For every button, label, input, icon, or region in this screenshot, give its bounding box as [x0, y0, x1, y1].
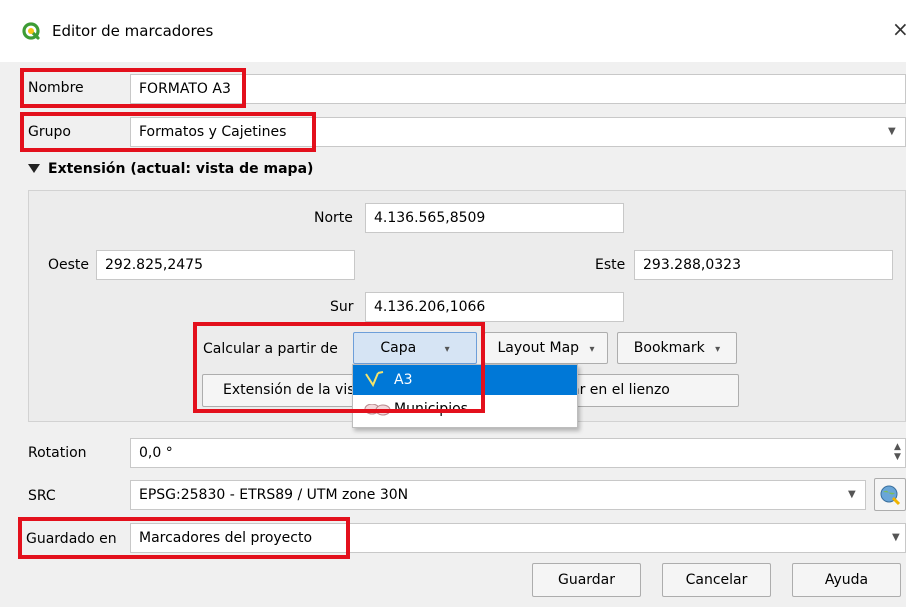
chevron-down-icon: ▾ — [444, 344, 450, 355]
capa-dropdown-button[interactable]: Capa ▾ — [353, 332, 477, 364]
rotation-label: Rotation — [28, 445, 87, 461]
nombre-label: Nombre — [28, 80, 84, 96]
guardado-combobox[interactable]: Marcadores del proyecto — [130, 523, 906, 553]
grupo-label: Grupo — [28, 124, 71, 140]
vector-line-layer-icon — [364, 370, 386, 388]
capa-label: Capa — [380, 340, 417, 356]
spin-arrows-icon[interactable]: ▲ ▼ — [894, 442, 901, 462]
popup-item-municipios-label[interactable]: Municipios — [394, 402, 468, 416]
guardado-label: Guardado en — [26, 531, 117, 547]
popup-item-a3[interactable] — [353, 365, 577, 395]
oeste-input[interactable]: 292.825,2475 — [96, 250, 355, 280]
grupo-value: Formatos y Cajetines — [139, 124, 287, 140]
chevron-down-icon: ▾ — [589, 344, 595, 355]
chevron-down-icon[interactable]: ▼ — [888, 126, 896, 137]
chevron-down-icon: ▾ — [715, 344, 721, 355]
src-value: EPSG:25830 - ETRS89 / UTM zone 30N — [139, 487, 409, 503]
close-icon[interactable]: × — [892, 18, 906, 40]
este-label: Este — [595, 257, 626, 273]
globe-crs-icon — [880, 485, 901, 506]
este-input[interactable]: 293.288,0323 — [634, 250, 893, 280]
layout-map-dropdown-button[interactable]: Layout Map ▾ — [484, 332, 608, 364]
extent-header[interactable]: Extensión (actual: vista de mapa) — [48, 159, 313, 179]
norte-input[interactable]: 4.136.565,8509 — [365, 203, 624, 233]
grupo-combobox[interactable]: Formatos y Cajetines — [130, 117, 906, 147]
draw-on-canvas-button[interactable]: ar en el lienzo — [560, 374, 739, 407]
src-combobox[interactable]: EPSG:25830 - ETRS89 / UTM zone 30N — [130, 480, 866, 510]
qgis-logo-icon — [22, 22, 40, 40]
popup-item-a3-label: A3 — [394, 372, 413, 388]
norte-label: Norte — [314, 210, 353, 226]
chevron-down-icon[interactable]: ▼ — [892, 532, 900, 543]
chevron-down-icon[interactable]: ▼ — [848, 489, 856, 500]
cancel-button[interactable]: Cancelar — [662, 563, 771, 597]
calc-label: Calcular a partir de — [203, 341, 338, 357]
src-label: SRC — [28, 488, 56, 504]
help-button[interactable]: Ayuda — [792, 563, 901, 597]
save-button[interactable]: Guardar — [532, 563, 641, 597]
layout-map-label: Layout Map — [497, 340, 580, 356]
collapse-triangle-icon[interactable] — [28, 164, 40, 173]
map-canvas-extent-button[interactable]: Extensión de la vis — [202, 374, 372, 407]
oeste-label: Oeste — [48, 257, 90, 273]
nombre-input[interactable]: FORMATO A3 — [130, 74, 906, 104]
guardado-value: Marcadores del proyecto — [139, 530, 313, 546]
rotation-spinbox[interactable]: 0,0 ° — [130, 438, 906, 468]
sur-input[interactable]: 4.136.206,1066 — [365, 292, 624, 322]
crs-selector-button[interactable] — [874, 478, 906, 511]
vector-polygon-layer-icon — [364, 403, 392, 418]
bookmark-label: Bookmark — [633, 340, 705, 356]
sur-label: Sur — [330, 299, 354, 315]
window-title: Editor de marcadores — [52, 22, 214, 40]
bookmark-dropdown-button[interactable]: Bookmark ▾ — [617, 332, 737, 364]
